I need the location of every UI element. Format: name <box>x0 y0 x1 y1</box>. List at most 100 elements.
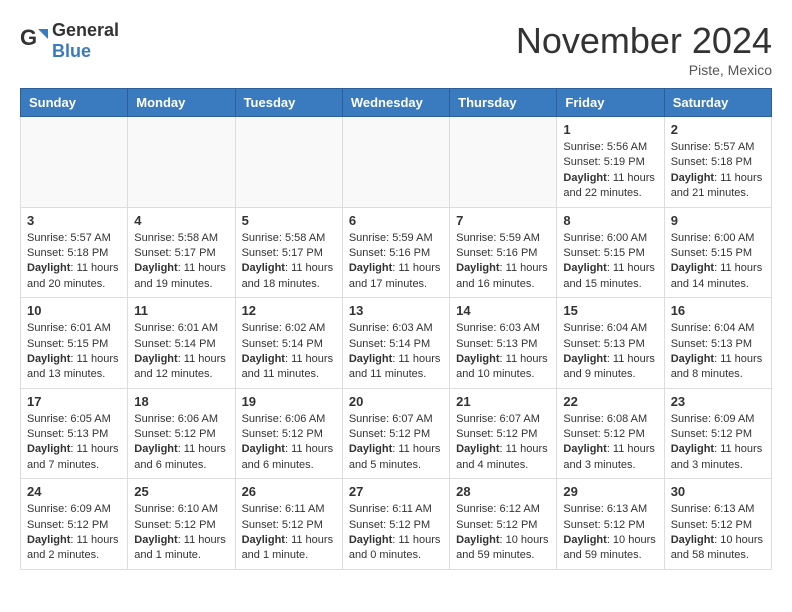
day-number: 4 <box>134 213 228 228</box>
day-info: Sunrise: 5:57 AMSunset: 5:18 PMDaylight:… <box>671 140 765 202</box>
calendar-cell: 2 Sunrise: 5:57 AMSunset: 5:18 PMDaylight… <box>664 117 771 208</box>
page-header: G General Blue November 2024 Piste, Mexi… <box>20 20 772 78</box>
weekday-header-monday: Monday <box>128 89 235 117</box>
weekday-header-thursday: Thursday <box>450 89 557 117</box>
day-number: 28 <box>456 484 550 499</box>
calendar-cell: 26 Sunrise: 6:11 AMSunset: 5:12 PMDayligh… <box>235 479 342 570</box>
calendar-cell: 24 Sunrise: 6:09 AMSunset: 5:12 PMDayligh… <box>21 479 128 570</box>
calendar-cell: 25 Sunrise: 6:10 AMSunset: 5:12 PMDayligh… <box>128 479 235 570</box>
day-info: Sunrise: 5:59 AMSunset: 5:16 PMDaylight:… <box>456 231 550 293</box>
calendar-cell: 8 Sunrise: 6:00 AMSunset: 5:15 PMDaylight… <box>557 207 664 298</box>
day-info: Sunrise: 6:12 AMSunset: 5:12 PMDaylight:… <box>456 502 550 564</box>
day-info: Sunrise: 6:05 AMSunset: 5:13 PMDaylight:… <box>27 412 121 474</box>
day-number: 25 <box>134 484 228 499</box>
day-info: Sunrise: 6:10 AMSunset: 5:12 PMDaylight:… <box>134 502 228 564</box>
day-number: 8 <box>563 213 657 228</box>
weekday-header-saturday: Saturday <box>664 89 771 117</box>
calendar-cell <box>342 117 449 208</box>
title-area: November 2024 Piste, Mexico <box>516 20 772 78</box>
calendar-cell: 18 Sunrise: 6:06 AMSunset: 5:12 PMDayligh… <box>128 388 235 479</box>
day-number: 5 <box>242 213 336 228</box>
day-number: 29 <box>563 484 657 499</box>
calendar-cell: 23 Sunrise: 6:09 AMSunset: 5:12 PMDayligh… <box>664 388 771 479</box>
calendar-cell: 12 Sunrise: 6:02 AMSunset: 5:14 PMDayligh… <box>235 298 342 389</box>
week-row-2: 3 Sunrise: 5:57 AMSunset: 5:18 PMDaylight… <box>21 207 772 298</box>
day-number: 30 <box>671 484 765 499</box>
calendar-cell: 4 Sunrise: 5:58 AMSunset: 5:17 PMDaylight… <box>128 207 235 298</box>
day-info: Sunrise: 6:13 AMSunset: 5:12 PMDaylight:… <box>563 502 657 564</box>
day-number: 26 <box>242 484 336 499</box>
day-number: 12 <box>242 303 336 318</box>
day-number: 21 <box>456 394 550 409</box>
day-number: 16 <box>671 303 765 318</box>
calendar-cell: 27 Sunrise: 6:11 AMSunset: 5:12 PMDayligh… <box>342 479 449 570</box>
day-info: Sunrise: 6:08 AMSunset: 5:12 PMDaylight:… <box>563 412 657 474</box>
calendar-cell: 28 Sunrise: 6:12 AMSunset: 5:12 PMDayligh… <box>450 479 557 570</box>
day-info: Sunrise: 6:01 AMSunset: 5:14 PMDaylight:… <box>134 321 228 383</box>
day-number: 23 <box>671 394 765 409</box>
calendar-cell: 22 Sunrise: 6:08 AMSunset: 5:12 PMDayligh… <box>557 388 664 479</box>
calendar-cell: 5Sunrise: 5:58 AMSunset: 5:17 PMDaylight… <box>235 207 342 298</box>
day-info: Sunrise: 6:01 AMSunset: 5:15 PMDaylight:… <box>27 321 121 383</box>
day-info: Sunrise: 6:00 AMSunset: 5:15 PMDaylight:… <box>671 231 765 293</box>
calendar-cell: 20Sunrise: 6:07 AMSunset: 5:12 PMDayligh… <box>342 388 449 479</box>
logo-icon: G <box>20 25 48 58</box>
day-number: 7 <box>456 213 550 228</box>
day-info: Sunrise: 6:13 AMSunset: 5:12 PMDaylight:… <box>671 502 765 564</box>
day-number: 2 <box>671 122 765 137</box>
location: Piste, Mexico <box>516 62 772 78</box>
weekday-header-friday: Friday <box>557 89 664 117</box>
calendar-cell: 10Sunrise: 6:01 AMSunset: 5:15 PMDayligh… <box>21 298 128 389</box>
day-info: Sunrise: 6:03 AMSunset: 5:13 PMDaylight:… <box>456 321 550 383</box>
day-number: 15 <box>563 303 657 318</box>
day-info: Sunrise: 6:11 AMSunset: 5:12 PMDaylight:… <box>242 502 336 564</box>
day-info: Sunrise: 6:02 AMSunset: 5:14 PMDaylight:… <box>242 321 336 383</box>
day-number: 24 <box>27 484 121 499</box>
day-info: Sunrise: 6:09 AMSunset: 5:12 PMDaylight:… <box>671 412 765 474</box>
calendar-cell <box>128 117 235 208</box>
day-info: Sunrise: 6:03 AMSunset: 5:14 PMDaylight:… <box>349 321 443 383</box>
day-number: 9 <box>671 213 765 228</box>
day-info: Sunrise: 6:07 AMSunset: 5:12 PMDaylight:… <box>456 412 550 474</box>
calendar-cell: 19Sunrise: 6:06 AMSunset: 5:12 PMDayligh… <box>235 388 342 479</box>
day-info: Sunrise: 5:58 AMSunset: 5:17 PMDaylight:… <box>134 231 228 293</box>
day-number: 22 <box>563 394 657 409</box>
day-number: 14 <box>456 303 550 318</box>
calendar-cell: 16 Sunrise: 6:04 AMSunset: 5:13 PMDayligh… <box>664 298 771 389</box>
day-info: Sunrise: 5:59 AMSunset: 5:16 PMDaylight:… <box>349 231 443 293</box>
day-info: Sunrise: 6:06 AMSunset: 5:12 PMDaylight:… <box>134 412 228 474</box>
weekday-header-sunday: Sunday <box>21 89 128 117</box>
day-number: 18 <box>134 394 228 409</box>
day-info: Sunrise: 6:04 AMSunset: 5:13 PMDaylight:… <box>671 321 765 383</box>
day-info: Sunrise: 6:09 AMSunset: 5:12 PMDaylight:… <box>27 502 121 564</box>
week-row-1: 1 Sunrise: 5:56 AMSunset: 5:19 PMDaylight… <box>21 117 772 208</box>
day-number: 11 <box>134 303 228 318</box>
day-info: Sunrise: 5:57 AMSunset: 5:18 PMDaylight:… <box>27 231 121 293</box>
calendar-cell: 11 Sunrise: 6:01 AMSunset: 5:14 PMDayligh… <box>128 298 235 389</box>
calendar-cell: 7 Sunrise: 5:59 AMSunset: 5:16 PMDaylight… <box>450 207 557 298</box>
week-row-3: 10Sunrise: 6:01 AMSunset: 5:15 PMDayligh… <box>21 298 772 389</box>
logo-blue: Blue <box>52 41 91 61</box>
calendar-header-row: SundayMondayTuesdayWednesdayThursdayFrid… <box>21 89 772 117</box>
day-number: 13 <box>349 303 443 318</box>
calendar-cell: 6 Sunrise: 5:59 AMSunset: 5:16 PMDaylight… <box>342 207 449 298</box>
calendar-cell: 3 Sunrise: 5:57 AMSunset: 5:18 PMDaylight… <box>21 207 128 298</box>
day-info: Sunrise: 6:04 AMSunset: 5:13 PMDaylight:… <box>563 321 657 383</box>
calendar-cell: 17 Sunrise: 6:05 AMSunset: 5:13 PMDayligh… <box>21 388 128 479</box>
calendar-cell: 30 Sunrise: 6:13 AMSunset: 5:12 PMDayligh… <box>664 479 771 570</box>
day-number: 6 <box>349 213 443 228</box>
day-number: 27 <box>349 484 443 499</box>
day-number: 17 <box>27 394 121 409</box>
day-number: 1 <box>563 122 657 137</box>
calendar-cell <box>235 117 342 208</box>
calendar-cell: 1 Sunrise: 5:56 AMSunset: 5:19 PMDaylight… <box>557 117 664 208</box>
month-title: November 2024 <box>516 20 772 62</box>
day-info: Sunrise: 6:11 AMSunset: 5:12 PMDaylight:… <box>349 502 443 564</box>
day-info: Sunrise: 6:07 AMSunset: 5:12 PMDaylight:… <box>349 412 443 474</box>
calendar-cell: 21 Sunrise: 6:07 AMSunset: 5:12 PMDayligh… <box>450 388 557 479</box>
calendar-cell <box>450 117 557 208</box>
day-info: Sunrise: 5:56 AMSunset: 5:19 PMDaylight:… <box>563 140 657 202</box>
day-number: 3 <box>27 213 121 228</box>
day-number: 19 <box>242 394 336 409</box>
day-info: Sunrise: 6:00 AMSunset: 5:15 PMDaylight:… <box>563 231 657 293</box>
